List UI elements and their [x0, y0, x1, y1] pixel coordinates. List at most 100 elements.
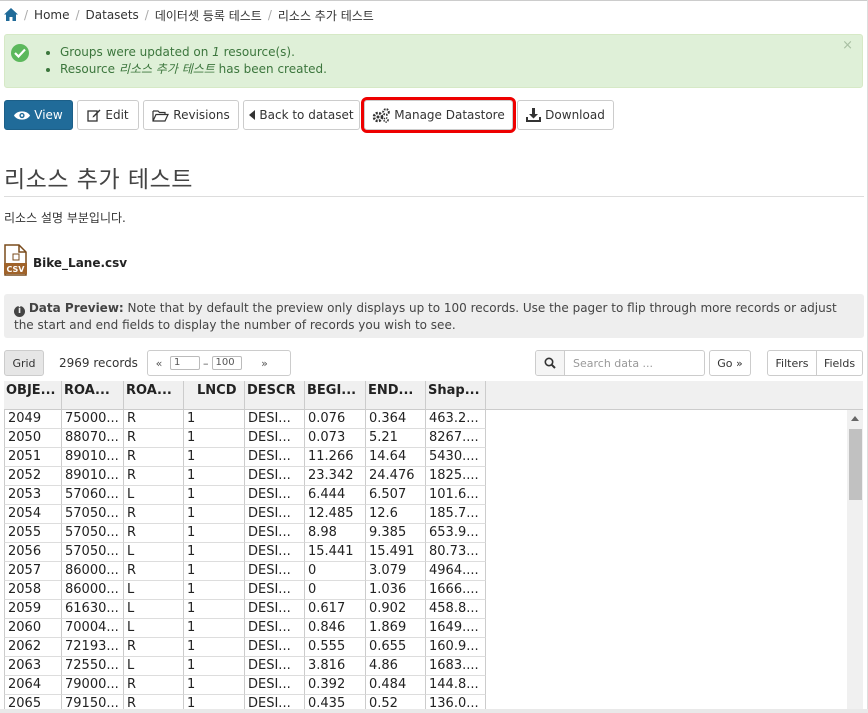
column-header[interactable]: ROA...	[124, 381, 184, 410]
table-cell: L	[124, 600, 184, 619]
table-row[interactable]: 2056 57050... L 1 DESI... 15.441 15.491 80.73..…	[4, 543, 486, 562]
table-cell: 1	[184, 505, 245, 524]
table-cell: 463.2...	[426, 410, 486, 429]
table-row[interactable]: 2055 57050... R 1 DESI... 8.98 9.385 653.9...	[4, 524, 486, 543]
vertical-scrollbar[interactable]	[847, 410, 863, 713]
data-preview-note: i Data Preview: Note that by default the…	[4, 294, 864, 338]
table-cell: 2049	[4, 410, 62, 429]
grid-view-button[interactable]: Grid	[4, 350, 44, 376]
table-cell: 185.7...	[426, 505, 486, 524]
column-header[interactable]: OBJE...	[4, 381, 62, 410]
pager-dash: –	[203, 356, 209, 370]
table-row[interactable]: 2059 61630... L 1 DESI... 0.617 0.902 458.8...	[4, 600, 486, 619]
table-cell: 15.441	[305, 543, 366, 562]
success-alert: Groups were updated on 1 resource(s). Re…	[4, 34, 863, 88]
table-row[interactable]: 2063 72550... L 1 DESI... 3.816 4.86 1683....	[4, 657, 486, 676]
folder-open-icon	[152, 109, 170, 122]
table-cell: 61630...	[62, 600, 124, 619]
search-icon[interactable]	[536, 351, 565, 375]
cogs-icon	[372, 107, 391, 123]
download-button[interactable]: Download	[517, 100, 614, 130]
horizontal-scrollbar-track[interactable]	[0, 709, 868, 713]
top-border	[0, 0, 868, 1]
table-cell: 86000...	[62, 581, 124, 600]
table-cell: 75000...	[62, 410, 124, 429]
breadcrumb-datasets[interactable]: Datasets	[86, 8, 139, 22]
scroll-up-icon[interactable]	[851, 416, 859, 421]
table-cell: 24.476	[366, 467, 426, 486]
table-row[interactable]: 2064 79000... R 1 DESI... 0.392 0.484 144.8...	[4, 676, 486, 695]
pager-prev-button[interactable]: «	[148, 357, 170, 370]
view-button[interactable]: View	[4, 100, 73, 130]
table-row[interactable]: 2051 89010... R 1 DESI... 11.266 14.64 5430....	[4, 448, 486, 467]
table-header: OBJE... ROA... ROA... LNCD DESCR BEGI... END..…	[4, 381, 863, 410]
column-header[interactable]: LNCD	[184, 381, 245, 410]
table-cell: 57050...	[62, 524, 124, 543]
table-cell: 23.342	[305, 467, 366, 486]
table-cell: 2057	[4, 562, 62, 581]
manage-datastore-button[interactable]: Manage Datastore	[361, 97, 516, 133]
table-cell: 12.6	[366, 505, 426, 524]
table-cell: L	[124, 657, 184, 676]
table-cell: 2060	[4, 619, 62, 638]
home-icon[interactable]	[4, 8, 18, 22]
grid-controls: Grid 2969 records « 1 – 100 » Search dat…	[0, 350, 868, 376]
table-row[interactable]: 2052 89010... R 1 DESI... 23.342 24.476 1825...…	[4, 467, 486, 486]
pager-next-button[interactable]: »	[254, 357, 276, 370]
pager-from-input[interactable]: 1	[170, 356, 200, 370]
fields-button[interactable]: Fields	[816, 350, 863, 376]
scrollbar-thumb[interactable]	[849, 429, 862, 500]
column-header[interactable]: Shap...	[426, 381, 486, 410]
table-cell: 2058	[4, 581, 62, 600]
table-cell: 3.816	[305, 657, 366, 676]
table-row[interactable]: 2053 57060... L 1 DESI... 6.444 6.507 101.6...	[4, 486, 486, 505]
table-row[interactable]: 2062 72193... R 1 DESI... 0.555 0.655 160.9...	[4, 638, 486, 657]
check-circle-icon	[11, 44, 29, 62]
table-cell: 1	[184, 676, 245, 695]
table-row[interactable]: 2057 86000... R 1 DESI... 0 3.079 4964....	[4, 562, 486, 581]
go-button[interactable]: Go »	[709, 350, 751, 376]
table-cell: 1	[184, 543, 245, 562]
table-row[interactable]: 2054 57050... R 1 DESI... 12.485 12.6 185.7...	[4, 505, 486, 524]
table-cell: 653.9...	[426, 524, 486, 543]
column-header[interactable]: ROA...	[62, 381, 124, 410]
table-cell: 70004...	[62, 619, 124, 638]
close-icon[interactable]: ×	[842, 38, 853, 53]
table-cell: DESI...	[245, 448, 305, 467]
breadcrumb-resource[interactable]: 리소스 추가 테스트	[278, 7, 374, 24]
revisions-button-label: Revisions	[173, 108, 230, 122]
file-name-link[interactable]: Bike_Lane.csv	[33, 256, 127, 270]
table-row[interactable]: 2050 88070... R 1 DESI... 0.073 5.21 8267....	[4, 429, 486, 448]
table-cell: 0.076	[305, 410, 366, 429]
table-cell: 0.902	[366, 600, 426, 619]
column-header[interactable]: BEGI...	[305, 381, 366, 410]
filters-button[interactable]: Filters	[767, 350, 817, 376]
table-cell: 72550...	[62, 657, 124, 676]
edit-button[interactable]: Edit	[77, 100, 139, 130]
revisions-button[interactable]: Revisions	[143, 100, 239, 130]
title-divider	[4, 196, 864, 197]
pager-to-input[interactable]: 100	[211, 356, 242, 370]
table-cell: R	[124, 562, 184, 581]
table-cell: 1	[184, 429, 245, 448]
table-cell: DESI...	[245, 581, 305, 600]
breadcrumb-home[interactable]: Home	[34, 8, 69, 22]
column-header[interactable]: DESCR	[245, 381, 305, 410]
table-row[interactable]: 2060 70004... L 1 DESI... 0.846 1.869 1649....	[4, 619, 486, 638]
table-row[interactable]: 2058 86000... L 1 DESI... 0 1.036 1666....	[4, 581, 486, 600]
back-to-dataset-button[interactable]: Back to dataset	[243, 100, 360, 130]
table-cell: 72193...	[62, 638, 124, 657]
search-input[interactable]: Search data ...	[565, 357, 704, 370]
table-cell: 1	[184, 467, 245, 486]
csv-file-icon[interactable]: CSV	[4, 244, 27, 276]
table-cell: 57060...	[62, 486, 124, 505]
table-cell: 2052	[4, 467, 62, 486]
table-row[interactable]: 2049 75000... R 1 DESI... 0.076 0.364 463.2...	[4, 410, 486, 429]
page-title: 리소스 추가 테스트	[4, 167, 193, 193]
table-cell: 80.73...	[426, 543, 486, 562]
breadcrumb-dataset[interactable]: 데이터셋 등록 테스트	[155, 7, 262, 24]
table-cell: DESI...	[245, 657, 305, 676]
table-cell: DESI...	[245, 638, 305, 657]
column-header[interactable]: END...	[366, 381, 426, 410]
download-button-label: Download	[545, 108, 605, 122]
